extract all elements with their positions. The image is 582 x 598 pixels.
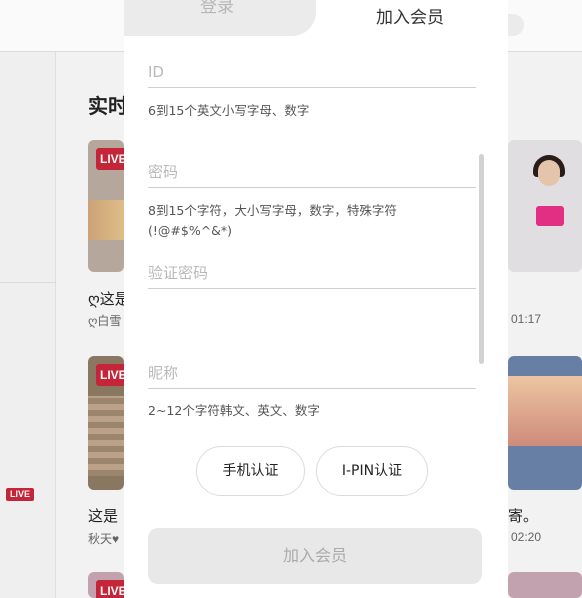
password-hint: 8到15个字符，大小写字母，数字，特殊字符 (!@#$%^&*): [148, 203, 397, 238]
modal-tab-bar: 登录 加入会员: [124, 0, 508, 36]
nickname-field[interactable]: [148, 357, 476, 389]
signup-modal: 登录 加入会员 6到15个英文小写字母、数字 8到15个字符，大小写字母，数字，…: [124, 0, 508, 598]
ipin-verify-button[interactable]: I-PIN认证: [316, 446, 428, 496]
password-confirm-input[interactable]: [148, 257, 476, 288]
tab-join[interactable]: 加入会员: [376, 3, 444, 28]
nickname-input[interactable]: [148, 357, 476, 388]
password-input[interactable]: [148, 156, 476, 187]
modal-scrollbar[interactable]: [479, 154, 484, 364]
id-input[interactable]: [148, 56, 476, 87]
id-hint: 6到15个英文小写字母、数字: [148, 103, 310, 118]
password-confirm-field[interactable]: [148, 257, 476, 289]
join-submit-button[interactable]: 加入会员: [148, 528, 482, 584]
password-field[interactable]: [148, 156, 476, 188]
phone-verify-button[interactable]: 手机认证: [196, 446, 305, 496]
nickname-hint: 2~12个字符韩文、英文、数字: [148, 403, 320, 418]
tab-login-label: 登录: [200, 0, 234, 17]
tab-login[interactable]: 登录: [124, 0, 316, 36]
id-field[interactable]: [148, 56, 476, 88]
